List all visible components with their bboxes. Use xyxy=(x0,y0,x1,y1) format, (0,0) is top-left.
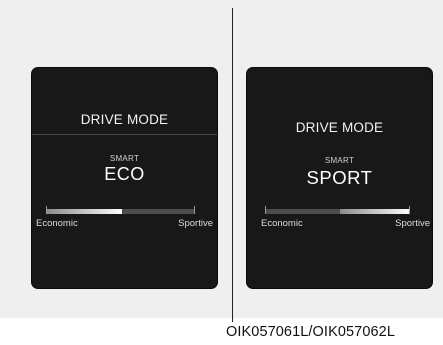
smart-label: SMART xyxy=(109,154,140,163)
drive-mode-title: DRIVE MODE xyxy=(80,112,169,127)
drive-mode-scale xyxy=(265,206,410,214)
scale-label-sportive: Sportive xyxy=(178,218,213,229)
drive-mode-scale xyxy=(46,206,195,214)
scale-label-economic: Economic xyxy=(261,218,303,229)
drive-mode-indicator xyxy=(340,209,410,214)
scale-tick-left xyxy=(265,206,266,214)
scale-tick-left xyxy=(46,206,47,214)
smart-label: SMART xyxy=(324,156,355,165)
scale-tick-right xyxy=(409,206,410,214)
drive-mode-panel-eco: DRIVE MODE SMART ECO Economic Sportive xyxy=(32,68,217,288)
scale-label-economic: Economic xyxy=(36,218,78,229)
title-separator xyxy=(32,134,217,135)
drive-mode-title: DRIVE MODE xyxy=(295,120,384,135)
drive-mode-panel-sport: DRIVE MODE SMART SPORT Economic Sportive xyxy=(247,68,432,288)
figure-caption: OIK057061L/OIK057062L xyxy=(226,324,395,340)
figure-divider xyxy=(232,8,233,322)
drive-mode-value: ECO xyxy=(104,164,145,184)
scale-label-sportive: Sportive xyxy=(395,218,430,229)
drive-mode-indicator xyxy=(46,209,122,214)
drive-mode-value: SPORT xyxy=(306,167,373,188)
scale-tick-right xyxy=(194,206,195,214)
